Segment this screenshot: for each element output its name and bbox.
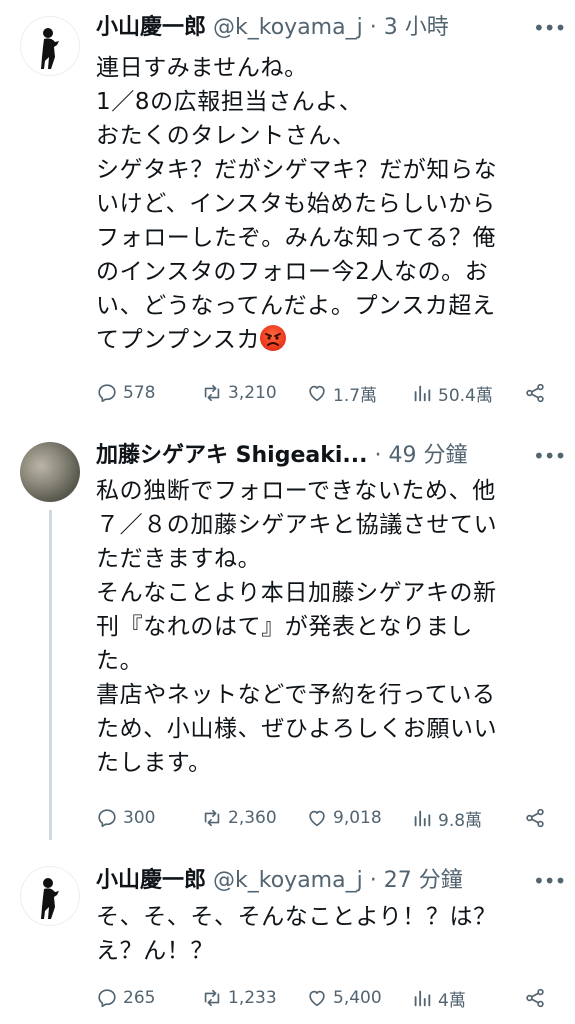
- share-icon: [526, 988, 544, 1008]
- share-button[interactable]: [524, 378, 546, 408]
- tweet-text: 連日すみませんね。 1／8の広報担当さんよ、 おたくのタレントさん、 シゲタキ？…: [96, 51, 556, 357]
- share-icon: [526, 383, 544, 403]
- like-count: 9,018: [333, 808, 382, 828]
- tweet-header: 小山慶一郎 @k_koyama_j · 27 分鐘: [96, 863, 531, 899]
- views-button[interactable]: 4萬: [411, 983, 466, 1013]
- retweet-icon: [204, 809, 220, 827]
- display-name[interactable]: 加藤シゲアキ Shigeaki...: [96, 443, 367, 468]
- tweet-header: 加藤シゲアキ Shigeaki... · 49 分鐘: [96, 438, 531, 474]
- analytics-icon: [414, 385, 431, 402]
- retweet-button[interactable]: 3,210: [201, 378, 277, 408]
- angry-face-emoji-icon: [260, 325, 287, 351]
- tweet-text: 私の独断でフォローできないため、他 ７／８の加藤シゲアキと協議させてい ただきま…: [96, 478, 498, 776]
- separator-dot: ·: [369, 868, 377, 893]
- tweet-1[interactable]: 小山慶一郎 @k_koyama_j · 3 小時 ••• 連日すみませんね。 1…: [0, 0, 575, 430]
- analytics-icon: [414, 990, 431, 1007]
- views-button[interactable]: 9.8萬: [411, 803, 482, 833]
- like-count: 1.7萬: [333, 385, 378, 406]
- user-handle[interactable]: @k_koyama_j: [213, 868, 363, 893]
- reply-icon: [98, 384, 116, 403]
- analytics-icon: [414, 810, 431, 827]
- tweet-actions: 265 1,233 5,400 4萬: [96, 983, 546, 1013]
- reply-button[interactable]: 300: [96, 803, 155, 833]
- more-options-button[interactable]: •••: [533, 446, 566, 466]
- tweet-actions: 578 3,210 1.7萬 50.4萬: [96, 378, 546, 408]
- like-button[interactable]: 1.7萬: [306, 378, 377, 408]
- views-button[interactable]: 50.4萬: [411, 378, 493, 408]
- tweet-actions: 300 2,360 9,018 9.8萬: [96, 803, 546, 833]
- reply-icon: [98, 809, 116, 828]
- like-button[interactable]: 9,018: [306, 803, 382, 833]
- separator-dot: ·: [369, 15, 377, 40]
- avatar[interactable]: [20, 866, 80, 926]
- retweet-count: 3,210: [228, 383, 277, 403]
- timestamp[interactable]: 27 分鐘: [384, 868, 463, 893]
- tweet-text-content: 連日すみませんね。 1／8の広報担当さんよ、 おたくのタレントさん、 シゲタキ？…: [96, 55, 498, 353]
- reply-count: 300: [123, 808, 156, 828]
- tweet-3[interactable]: 小山慶一郎 @k_koyama_j · 27 分鐘 ••• そ、そ、そ、そんなこ…: [0, 850, 575, 1024]
- avatar[interactable]: [20, 442, 80, 502]
- views-count: 4萬: [438, 990, 466, 1011]
- retweet-button[interactable]: 2,360: [201, 803, 277, 833]
- heart-icon: [309, 810, 325, 827]
- like-button[interactable]: 5,400: [306, 983, 382, 1013]
- person-silhouette-icon: [41, 28, 59, 69]
- retweet-count: 2,360: [228, 808, 277, 828]
- retweet-icon: [204, 989, 220, 1007]
- avatar[interactable]: [20, 16, 80, 76]
- heart-icon: [309, 990, 325, 1007]
- like-count: 5,400: [333, 988, 382, 1008]
- retweet-icon: [204, 384, 220, 402]
- retweet-button[interactable]: 1,233: [201, 983, 277, 1013]
- reply-icon: [98, 989, 116, 1008]
- more-options-button[interactable]: •••: [533, 18, 566, 38]
- timestamp[interactable]: 3 小時: [384, 15, 449, 40]
- tweet-header: 小山慶一郎 @k_koyama_j · 3 小時: [96, 10, 531, 46]
- tweet-2[interactable]: 加藤シゲアキ Shigeaki... · 49 分鐘 ••• 私の独断でフォロー…: [0, 430, 575, 850]
- more-options-button[interactable]: •••: [533, 871, 566, 891]
- views-count: 9.8萬: [438, 810, 483, 831]
- timestamp[interactable]: 49 分鐘: [388, 443, 467, 468]
- separator-dot: ·: [374, 443, 382, 468]
- reply-count: 265: [123, 988, 156, 1008]
- reply-button[interactable]: 265: [96, 983, 155, 1013]
- share-button[interactable]: [524, 803, 546, 833]
- user-handle[interactable]: @k_koyama_j: [213, 15, 363, 40]
- heart-icon: [309, 385, 325, 402]
- share-icon: [526, 808, 544, 828]
- share-button[interactable]: [524, 983, 546, 1013]
- tweet-text: そ、そ、そ、そんなことより！？は？ え？ん！？: [96, 904, 497, 964]
- person-silhouette-icon: [41, 878, 59, 919]
- reply-count: 578: [123, 383, 156, 403]
- views-count: 50.4萬: [438, 385, 493, 406]
- retweet-count: 1,233: [228, 988, 277, 1008]
- thread-line: [49, 510, 52, 840]
- display-name[interactable]: 小山慶一郎: [96, 868, 206, 893]
- display-name[interactable]: 小山慶一郎: [96, 15, 206, 40]
- reply-button[interactable]: 578: [96, 378, 155, 408]
